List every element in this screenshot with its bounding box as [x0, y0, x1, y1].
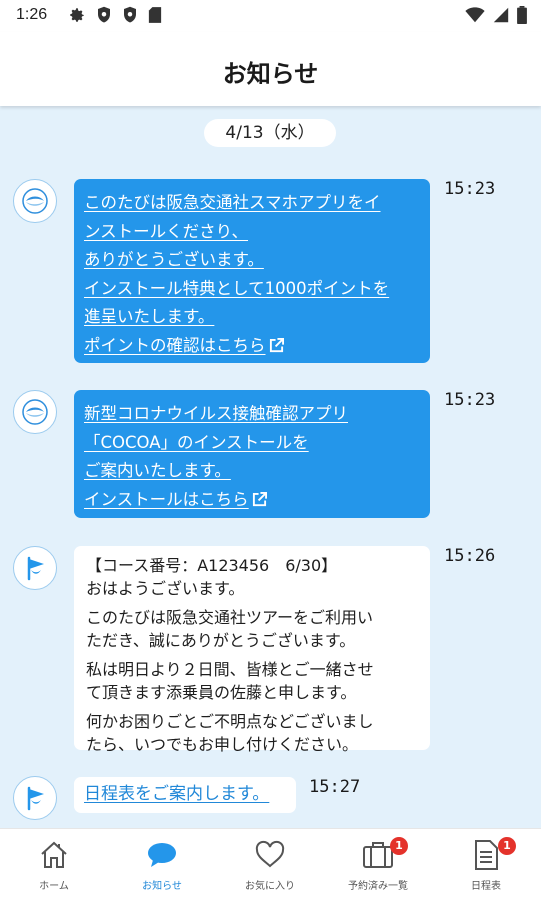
- nav-itinerary[interactable]: 1 日程表: [432, 829, 540, 901]
- message-text-line: 【コース番号：A123456 6/30】: [86, 556, 338, 575]
- schedule-link-text[interactable]: 日程表をご案内します。: [84, 784, 269, 804]
- message-bubble-1: このたびは阪急交通社スマホアプリをイ ンストールくださり、 ありがとうございます…: [74, 179, 430, 363]
- cocoa-install-link-text[interactable]: インストールはこちら: [84, 490, 249, 509]
- message-link-line[interactable]: ありがとうございます。: [84, 246, 418, 275]
- sender-avatar-app: [13, 390, 57, 434]
- message-time: 15:23: [444, 179, 496, 199]
- itinerary-badge: 1: [498, 837, 516, 855]
- message-text-line: 私は明日より２日間、皆様とご一緒させ: [86, 660, 374, 679]
- nav-reservations-label: 予約済み一覧: [348, 881, 408, 892]
- message-time: 15:26: [444, 546, 496, 566]
- message-link-line[interactable]: インストール特典として1000ポイントを: [84, 275, 418, 304]
- message-text-line: 何かお困りごとご不明点などございまし: [86, 712, 374, 731]
- message-link-line[interactable]: ンストールくださり、: [84, 218, 418, 247]
- shield-icon: [98, 6, 110, 23]
- sender-avatar-guide: [13, 776, 57, 820]
- nav-favorites[interactable]: お気に入り: [216, 829, 324, 901]
- battery-icon: [517, 6, 527, 24]
- schedule-link-bubble[interactable]: 日程表をご案内します。: [74, 777, 296, 813]
- wifi-icon: [465, 7, 485, 23]
- date-label: 4/13（水）: [204, 119, 336, 147]
- nav-itinerary-label: 日程表: [471, 881, 501, 892]
- settings-gear-icon: [70, 8, 84, 22]
- external-link-icon: [252, 491, 267, 506]
- nav-notifications[interactable]: お知らせ: [108, 829, 216, 901]
- cocoa-install-link[interactable]: インストールはこちら: [84, 486, 418, 515]
- external-link-icon: [269, 337, 284, 352]
- sd-card-icon: [148, 7, 162, 23]
- message-link-line[interactable]: 「COCOA」のインストールを: [84, 429, 418, 458]
- reservations-badge: 1: [390, 837, 408, 855]
- nav-notifications-label: お知らせ: [142, 881, 182, 892]
- flag-icon: [27, 556, 44, 581]
- message-text-line: て頂きます添乗員の佐藤と申します。: [86, 682, 357, 702]
- flag-icon: [27, 786, 44, 811]
- message-time: 15:23: [444, 390, 496, 410]
- message-link-line[interactable]: 新型コロナウイルス接触確認アプリ: [84, 400, 418, 429]
- message-link-line[interactable]: 進呈いたします。: [84, 303, 418, 332]
- sender-avatar-app: [13, 179, 57, 223]
- nav-home[interactable]: ホーム: [0, 829, 108, 901]
- message-text-line: このたびは阪急交通社ツアーをご利用い: [86, 608, 374, 627]
- nav-home-label: ホーム: [39, 881, 69, 892]
- chat-bubble-icon: [148, 843, 176, 867]
- shield-icon-2: [124, 6, 136, 23]
- message-text-line: おはようございます。: [86, 578, 245, 598]
- page-title: お知らせ: [222, 60, 319, 88]
- points-link-text[interactable]: ポイントの確認はこちら: [84, 336, 266, 355]
- nav-favorites-label: お気に入り: [245, 881, 295, 892]
- message-link-line[interactable]: ご案内いたします。: [84, 457, 418, 486]
- status-left-icons: [68, 6, 162, 24]
- message-feed[interactable]: 4/13（水） このたびは阪急交通社スマホアプリをイ ンストールくださり、 あり…: [0, 106, 541, 828]
- status-time: 1:26: [16, 6, 48, 23]
- message-time: 15:27: [309, 777, 361, 797]
- app-header: お知らせ: [0, 32, 541, 106]
- nav-reservations[interactable]: 1 予約済み一覧: [324, 829, 432, 901]
- signal-icon: [493, 7, 509, 23]
- sender-avatar-guide: [13, 546, 57, 590]
- home-icon: [41, 841, 67, 868]
- status-right-icons: [465, 6, 527, 24]
- message-text-line: ただき、誠にありがとうございます。: [86, 630, 356, 650]
- bottom-navigation: ホーム お知らせ お気に入り 1 予約済み一覧 1 日程表: [0, 828, 541, 901]
- hankyu-logo-icon: [22, 188, 48, 214]
- message-text-line: たら、いつでもお申し付けください。: [86, 734, 359, 754]
- status-bar: 1:26: [0, 0, 541, 32]
- document-icon: [475, 840, 498, 870]
- message-bubble-2: 新型コロナウイルス接触確認アプリ 「COCOA」のインストールを ご案内いたしま…: [74, 390, 430, 518]
- message-bubble-3: 【コース番号：A123456 6/30】 おはようございます。 このたびは阪急交…: [74, 546, 430, 754]
- message-link-line[interactable]: このたびは阪急交通社スマホアプリをイ: [84, 189, 418, 218]
- hankyu-logo-icon: [22, 399, 48, 425]
- points-link[interactable]: ポイントの確認はこちら: [84, 332, 418, 361]
- heart-icon: [255, 840, 285, 868]
